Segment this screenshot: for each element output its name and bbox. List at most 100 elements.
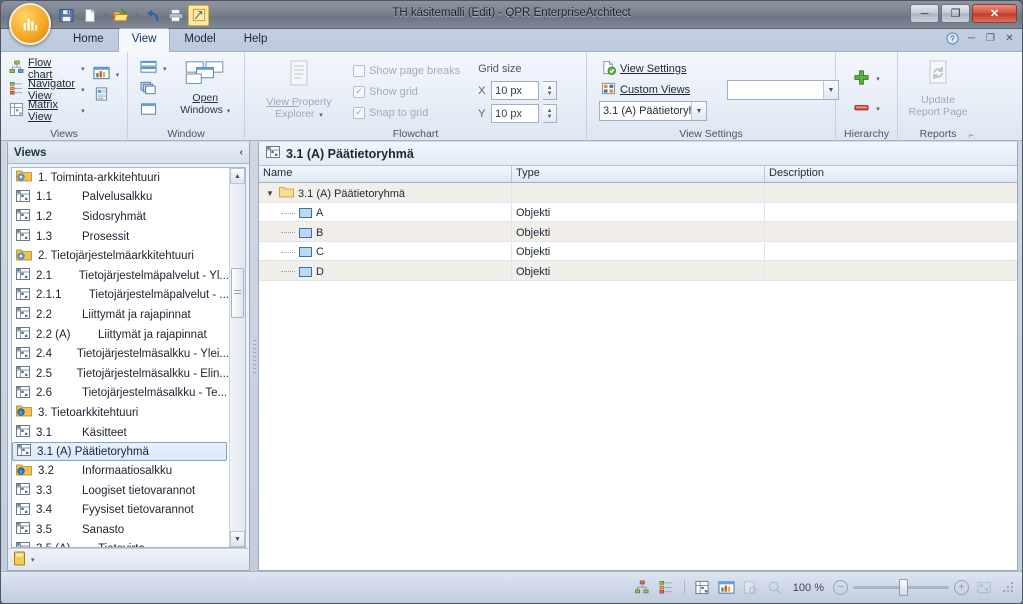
new-icon[interactable] (79, 5, 100, 26)
print-icon[interactable] (165, 5, 186, 26)
tree-item-3-2[interactable]: i 3.2 Informaatiosalkku (12, 461, 229, 481)
scrollbar-thumb[interactable] (231, 268, 244, 318)
column-header-name[interactable]: Name (259, 166, 512, 182)
tree-item-2-4[interactable]: 2.4 Tietojärjestelmäsalkku - Ylei... (12, 344, 229, 364)
matrix-view-icon[interactable] (693, 579, 712, 596)
add-hierarchy-dropdown-arrow[interactable]: ▾ (876, 75, 880, 83)
zoom-slider-thumb[interactable] (899, 579, 908, 596)
secondary-combobox[interactable]: ▼ (727, 80, 839, 100)
tab-model[interactable]: Model (170, 28, 229, 51)
close-button[interactable]: ✕ (972, 4, 1017, 23)
table-row[interactable]: C Objekti (259, 241, 1017, 261)
help-icon[interactable]: ? (946, 32, 959, 45)
tree-item-3-3[interactable]: 3.3 Loogiset tietovarannot (12, 481, 229, 501)
collapse-panel-icon[interactable]: ‹ (240, 147, 243, 158)
tile-dropdown-arrow[interactable]: ▾ (163, 65, 167, 73)
ribbon-close-button[interactable]: ✕ (1003, 32, 1016, 45)
tree-item-2-2[interactable]: 2.2 Liittymät ja rajapinnat (12, 305, 229, 325)
flowchart-icon[interactable] (188, 4, 210, 26)
grid-x-spinner[interactable]: ▲ ▼ (543, 81, 558, 100)
ribbon-minimize-button[interactable]: ─ (965, 32, 978, 45)
tile-horizontal-button[interactable]: ▾ (138, 58, 169, 79)
maximize-button[interactable]: ❐ (941, 4, 970, 23)
open-dropdown-arrow[interactable]: ▾ (134, 10, 141, 21)
tree-item-2-1-1[interactable]: 2.1.1 Tietojärjestelmäpalvelut - ... (12, 286, 229, 306)
show-page-breaks-checkbox[interactable]: Show page breaks (351, 60, 462, 81)
custom-views-button[interactable]: Custom Views (599, 79, 707, 100)
tree-item-3-5[interactable]: 3.5 Sanasto (12, 520, 229, 540)
table-row[interactable]: ▼ 3.1 (A) Päätietoryhmä (259, 183, 1017, 203)
application-menu-button[interactable] (9, 3, 51, 45)
tree-item-1-1[interactable]: 1.1 Palvelusalkku (12, 188, 229, 208)
column-header-description[interactable]: Description (765, 166, 1017, 182)
table-row[interactable]: A Objekti (259, 202, 1017, 222)
show-grid-checkbox[interactable]: ✓ Show grid (351, 81, 462, 102)
cascade-button[interactable] (138, 79, 169, 100)
matrix-view-dropdown-arrow[interactable]: ▾ (81, 107, 85, 115)
save-icon[interactable] (56, 5, 77, 26)
single-window-button[interactable] (138, 100, 169, 121)
tree-item-3-5-a[interactable]: 3.5 (A) Tietovirta (12, 540, 229, 547)
flow-chart-dropdown-arrow[interactable]: ▾ (81, 65, 85, 73)
grid-y-spinner[interactable]: ▲ ▼ (543, 104, 558, 123)
tree-item-2-6[interactable]: 2.6 Tietojärjestelmäsalkku - Te... (12, 384, 229, 404)
tree-item-2-2-a[interactable]: 2.2 (A) Liittymät ja rajapinnat (12, 325, 229, 345)
tab-home[interactable]: Home (59, 28, 118, 51)
open-windows-button[interactable]: Open Windows ▾ (173, 56, 238, 118)
chart-view-icon[interactable] (717, 579, 736, 596)
tree-item-1-3[interactable]: 1.3 Prosessit (12, 227, 229, 247)
tree-item-3-tietoarkkitehtuuri[interactable]: i 3. Tietoarkkitehtuuri (12, 403, 229, 423)
remove-hierarchy-button[interactable]: ▾ (851, 94, 882, 124)
minimize-button[interactable]: ─ (910, 4, 939, 23)
reports-dialog-launcher-icon[interactable]: ⌐ (969, 130, 974, 140)
tree-item-1-toiminta-arkkitehtuuri[interactable]: 1. Toiminta-arkkitehtuuri (12, 168, 229, 188)
remove-hierarchy-dropdown-arrow[interactable]: ▾ (876, 105, 880, 113)
tree-item-3-1-a-paatietoryhma[interactable]: 3.1 (A) Päätietoryhmä (12, 442, 227, 462)
tree-item-2-5[interactable]: 2.5 Tietojärjestelmäsalkku - Elin... (12, 364, 229, 384)
zoom-out-button[interactable]: − (833, 580, 848, 595)
view-selector-chevron-down-icon[interactable]: ▼ (691, 102, 706, 120)
flow-chart-view-icon[interactable] (633, 579, 652, 596)
tree-item-2-tietojarjestelmaarkkitehtuuri[interactable]: 2. Tietojärjestelmäarkkitehtuuri (12, 246, 229, 266)
open-icon[interactable] (111, 5, 132, 26)
new-dropdown-arrow[interactable]: ▾ (102, 10, 109, 21)
table-row[interactable]: D Objekti (259, 261, 1017, 281)
views-footer-dropdown-arrow[interactable]: ▾ (31, 556, 35, 564)
panel-splitter[interactable] (250, 142, 258, 571)
zoom-slider[interactable] (853, 579, 949, 596)
chart-view-dropdown-arrow[interactable]: ▾ (116, 71, 120, 79)
fit-to-window-icon[interactable] (974, 579, 993, 596)
undo-icon[interactable] (142, 5, 163, 26)
view-property-explorer-dropdown-arrow[interactable]: ▾ (319, 112, 323, 119)
add-hierarchy-button[interactable]: ▾ (851, 64, 882, 94)
yellow-card-icon[interactable] (13, 551, 26, 569)
grid-y-input[interactable]: 10 px (491, 104, 540, 123)
tree-item-3-4[interactable]: 3.4 Fyysiset tietovarannot (12, 501, 229, 521)
tree-item-3-1[interactable]: 3.1 Käsitteet (12, 423, 229, 443)
chevron-down-icon[interactable]: ▼ (265, 189, 275, 198)
matrix-view-button[interactable]: Matrix View ▾ (7, 99, 87, 123)
open-windows-dropdown-arrow[interactable]: ▾ (225, 108, 231, 115)
navigator-view-button[interactable]: Navigator View ▾ (7, 78, 87, 102)
tab-help[interactable]: Help (230, 28, 282, 51)
zoom-in-button[interactable]: + (954, 580, 969, 595)
resize-grip[interactable] (1002, 581, 1014, 594)
views-tree-vertical-scrollbar[interactable]: ▲ ▼ (229, 168, 245, 547)
scroll-up-icon[interactable]: ▲ (230, 168, 245, 184)
tab-view[interactable]: View (117, 28, 171, 52)
tree-item-2-1[interactable]: 2.1 Tietojärjestelmäpalvelut - Yl... (12, 266, 229, 286)
update-report-page-button[interactable]: Update Report Page (904, 56, 972, 118)
view-property-explorer-button[interactable]: View Property Explorer ▾ (257, 56, 341, 122)
navigator-view-icon[interactable] (657, 579, 676, 596)
chart-view-button[interactable]: ▾ (91, 64, 122, 85)
scroll-down-icon[interactable]: ▼ (230, 531, 245, 547)
navigator-view-dropdown-arrow[interactable]: ▾ (81, 86, 85, 94)
view-selector-combobox[interactable]: 3.1 (A) Päätietoryhn ▼ (599, 101, 707, 121)
report-view-button[interactable] (92, 85, 111, 106)
grid-x-field[interactable]: X 10 px ▲ ▼ (478, 80, 558, 101)
grid-y-field[interactable]: Y 10 px ▲ ▼ (478, 103, 558, 124)
table-row[interactable]: B Objekti (259, 222, 1017, 242)
flow-chart-button[interactable]: Flow chart ▾ (7, 57, 87, 81)
view-settings-button[interactable]: View Settings (599, 58, 707, 79)
snap-to-grid-checkbox[interactable]: ✓ Snap to grid (351, 102, 462, 123)
